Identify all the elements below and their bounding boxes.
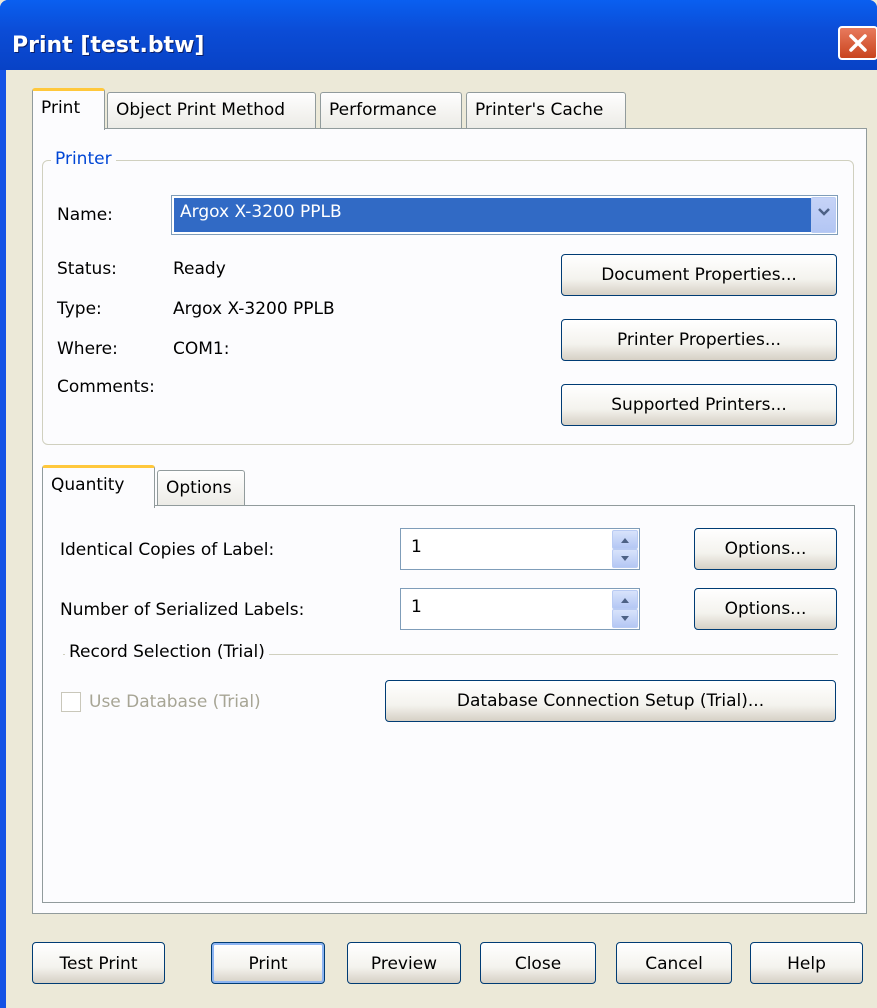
use-database-label: Use Database (Trial): [89, 692, 261, 712]
printer-name-select[interactable]: Argox X-3200 PPLB: [171, 195, 838, 235]
tab-quantity-label: Quantity: [51, 475, 125, 495]
record-selection-label: Record Selection (Trial): [65, 642, 269, 662]
dialog-client-area: Print Object Print Method Performance Pr…: [6, 70, 877, 1008]
where-label: Where:: [57, 339, 118, 359]
tab-printers-cache[interactable]: Printer's Cache: [466, 92, 626, 128]
supported-printers-label: Supported Printers...: [611, 395, 787, 415]
identical-copies-label: Identical Copies of Label:: [60, 540, 275, 560]
tab-options[interactable]: Options: [157, 470, 245, 506]
identical-copies-decrement[interactable]: [612, 549, 638, 568]
tab-quantity[interactable]: Quantity: [42, 465, 155, 508]
tab-options-label: Options: [166, 478, 232, 498]
tab-object-print-method[interactable]: Object Print Method: [107, 92, 316, 128]
comments-label: Comments:: [57, 377, 155, 397]
serialized-labels-options-button[interactable]: Options...: [694, 588, 837, 630]
help-label: Help: [787, 954, 826, 974]
supported-printers-button[interactable]: Supported Printers...: [561, 384, 837, 426]
document-properties-button[interactable]: Document Properties...: [561, 254, 837, 296]
identical-copies-options-label: Options...: [724, 539, 807, 559]
cancel-label: Cancel: [645, 954, 703, 974]
serialized-labels-value: 1: [411, 597, 422, 617]
serialized-labels-spinner[interactable]: [612, 590, 638, 628]
window-close-button[interactable]: [838, 26, 877, 60]
identical-copies-increment[interactable]: [612, 530, 638, 549]
close-label: Close: [514, 954, 562, 974]
cancel-button[interactable]: Cancel: [616, 942, 732, 984]
identical-copies-options-button[interactable]: Options...: [694, 528, 837, 570]
help-button[interactable]: Help: [750, 942, 863, 984]
tab-print[interactable]: Print: [32, 88, 105, 130]
tab-print-label: Print: [41, 98, 81, 118]
where-value: COM1:: [173, 339, 230, 359]
serialized-labels-label: Number of Serialized Labels:: [60, 600, 305, 620]
database-connection-setup-button[interactable]: Database Connection Setup (Trial)...: [385, 680, 836, 722]
type-value: Argox X-3200 PPLB: [173, 299, 335, 319]
status-label: Status:: [57, 259, 117, 279]
preview-label: Preview: [370, 954, 438, 974]
window-title: Print [test.btw]: [12, 33, 205, 58]
serialized-labels-decrement[interactable]: [612, 609, 638, 628]
print-tab-panel: Printer Name: Argox X-3200 PPLB Status: …: [32, 128, 867, 914]
title-bar[interactable]: Print [test.btw]: [0, 0, 877, 70]
serialized-labels-increment[interactable]: [612, 590, 638, 609]
printer-name-label: Name:: [57, 205, 113, 225]
serialized-labels-input[interactable]: 1: [400, 588, 640, 630]
tab-printers-cache-label: Printer's Cache: [475, 100, 604, 120]
use-database-checkbox[interactable]: [61, 692, 81, 712]
print-button[interactable]: Print: [211, 942, 325, 984]
identical-copies-spinner[interactable]: [612, 530, 638, 568]
preview-button[interactable]: Preview: [347, 942, 461, 984]
database-connection-setup-label: Database Connection Setup (Trial)...: [456, 691, 765, 711]
test-print-button[interactable]: Test Print: [32, 942, 165, 984]
print-dialog-window: Print [test.btw] Print Object Print Meth…: [0, 0, 877, 1008]
close-button[interactable]: Close: [480, 942, 596, 984]
printer-name-value: Argox X-3200 PPLB: [174, 198, 811, 232]
printer-group-label: Printer: [51, 149, 116, 169]
printer-properties-button[interactable]: Printer Properties...: [561, 319, 837, 361]
status-value: Ready: [173, 259, 226, 279]
printer-properties-label: Printer Properties...: [616, 330, 782, 350]
printer-name-dropdown-button[interactable]: [811, 197, 836, 233]
tab-performance[interactable]: Performance: [320, 92, 462, 128]
tab-performance-label: Performance: [329, 100, 437, 120]
serialized-labels-options-label: Options...: [724, 599, 807, 619]
type-label: Type:: [57, 299, 102, 319]
identical-copies-input[interactable]: 1: [400, 528, 640, 570]
test-print-label: Test Print: [59, 954, 138, 974]
print-label: Print: [248, 954, 288, 974]
identical-copies-value: 1: [411, 537, 422, 557]
quantity-tab-panel: Identical Copies of Label: 1 Options...: [42, 505, 855, 903]
document-properties-label: Document Properties...: [601, 265, 797, 285]
tab-object-print-method-label: Object Print Method: [116, 100, 286, 120]
